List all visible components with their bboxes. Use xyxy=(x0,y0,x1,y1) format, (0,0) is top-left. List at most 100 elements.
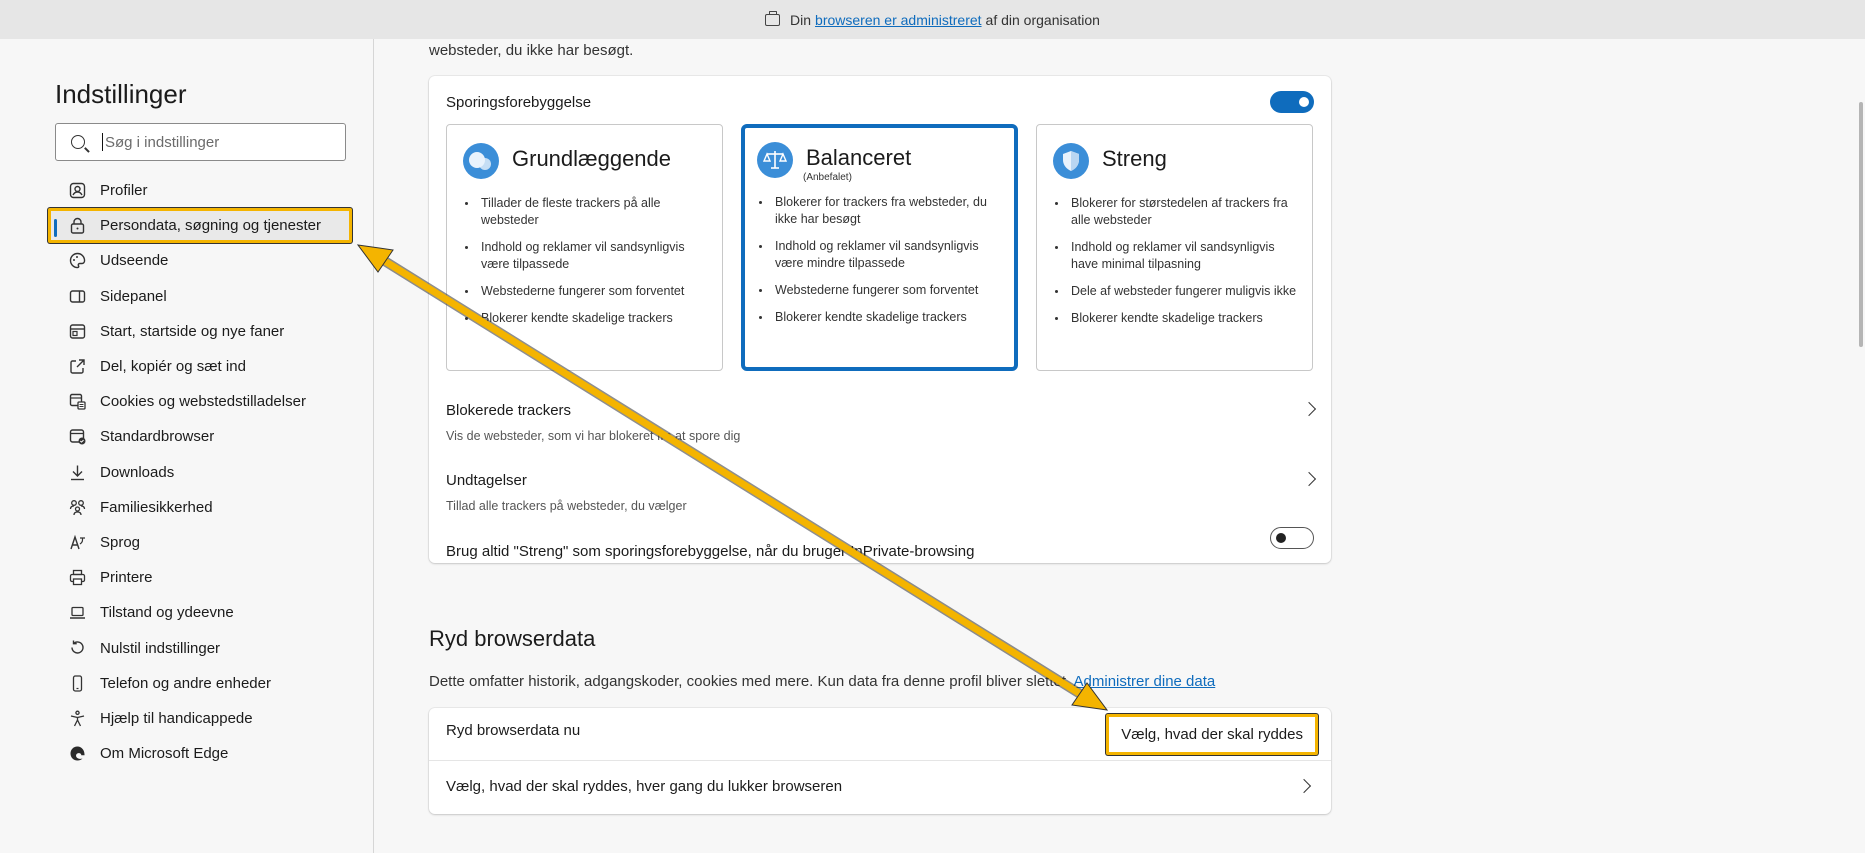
sidebar-item-label: Familiesikkerhed xyxy=(100,498,213,516)
sidebar-item-sidepanel[interactable]: Sidepanel xyxy=(55,279,351,314)
sidebar-item-label: Printere xyxy=(100,569,153,587)
sidebar-item-label: Standardbrowser xyxy=(100,428,215,446)
sidebar-item-privacy[interactable]: Persondata, søgning og tjenester xyxy=(48,208,352,244)
sidebar-item-performance[interactable]: Tilstand og ydeevne xyxy=(55,595,351,630)
tracking-option-balanced[interactable]: Balanceret (Anbefalet) Blokerer for trac… xyxy=(741,124,1018,371)
option-bullet: Blokerer kendte skadelige trackers xyxy=(463,310,713,327)
clear-browsing-data-description: Dette omfatter historik, adgangskoder, c… xyxy=(429,673,1215,690)
divider xyxy=(429,760,1331,761)
option-bullet: Blokerer for trackers fra websteder, du … xyxy=(757,194,1007,228)
printer-icon xyxy=(69,569,86,586)
family-icon xyxy=(69,499,86,516)
download-icon xyxy=(69,464,86,481)
home-tab-icon xyxy=(69,323,86,340)
clear-browsing-data-heading: Ryd browserdata xyxy=(429,626,596,651)
sidebar-item-reset[interactable]: Nulstil indstillinger xyxy=(55,630,351,665)
sidebar-item-family[interactable]: Familiesikkerhed xyxy=(55,490,351,525)
tracking-option-strict[interactable]: Streng Blokerer for størstedelen af trac… xyxy=(1036,124,1313,371)
sidebar-item-accessibility[interactable]: Hjælp til handicappede xyxy=(55,701,351,736)
sidebar-item-label: Telefon og andre enheder xyxy=(100,674,271,692)
sidebar-item-cookies[interactable]: Cookies og webstedstilladelser xyxy=(55,384,351,419)
sidebar-item-profiles[interactable]: Profiler xyxy=(55,173,351,208)
settings-nav: Profiler Persondata, søgning og tjeneste… xyxy=(48,173,352,771)
clear-on-close-label: Vælg, hvad der skal ryddes, hver gang du… xyxy=(446,778,843,795)
accessibility-icon xyxy=(69,710,86,727)
banner-text-pre: Din xyxy=(790,11,812,28)
option-bullets: Blokerer for trackers fra websteder, du … xyxy=(757,194,1007,336)
manage-data-link[interactable]: Administrer dine data xyxy=(1074,673,1216,690)
clear-now-label: Ryd browserdata nu xyxy=(446,722,581,739)
settings-search[interactable] xyxy=(55,123,346,161)
exceptions-row[interactable]: Undtagelser Tillad alle trackers på webs… xyxy=(446,471,1317,513)
option-bullet: Indhold og reklamer vil sandsynligvis væ… xyxy=(463,239,713,273)
exceptions-subtitle: Tillad alle trackers på websteder, du væ… xyxy=(446,499,687,513)
sidebar-item-downloads[interactable]: Downloads xyxy=(55,455,351,490)
sidebar-item-label: Om Microsoft Edge xyxy=(100,745,229,763)
tracking-option-basic[interactable]: Grundlæggende Tillader de fleste tracker… xyxy=(446,124,723,371)
tracking-prevention-title: Sporingsforebyggelse xyxy=(446,94,592,111)
blocked-trackers-title: Blokerede trackers xyxy=(446,402,572,419)
phone-icon xyxy=(69,674,86,692)
option-bullet: Blokerer kendte skadelige trackers xyxy=(757,309,1007,326)
option-name: Streng xyxy=(1102,146,1167,171)
sidebar-item-label: Del, kopiér og sæt ind xyxy=(100,358,246,376)
sidebar-item-about[interactable]: Om Microsoft Edge xyxy=(55,736,351,771)
option-bullet: Dele af websteder fungerer muligvis ikke xyxy=(1053,283,1303,300)
blocked-trackers-subtitle: Vis de websteder, som vi har blokeret fr… xyxy=(446,429,741,443)
previous-text-snippet: websteder, du ikke har besøgt. xyxy=(429,42,634,59)
laptop-icon xyxy=(69,604,86,621)
sidebar-item-phone[interactable]: Telefon og andre enheder xyxy=(55,666,351,701)
option-name: Grundlæggende xyxy=(512,146,672,171)
blocked-trackers-row[interactable]: Blokerede trackers Vis de websteder, som… xyxy=(446,401,1317,443)
active-indicator xyxy=(54,219,57,238)
option-bullet: Tillader de fleste trackers på alle webs… xyxy=(463,195,713,229)
sidebar-item-appearance[interactable]: Udseende xyxy=(55,243,351,278)
sidebar-item-label: Sidepanel xyxy=(100,287,167,305)
sidebar-item-label: Downloads xyxy=(100,463,175,481)
banner-text-post: af din organisation xyxy=(985,11,1100,28)
basic-icon xyxy=(463,143,499,179)
settings-main: websteder, du ikke har besøgt. Sporingsf… xyxy=(375,39,1865,853)
banner-managed-link[interactable]: browseren er administreret xyxy=(815,12,982,28)
option-name: Balanceret xyxy=(806,145,912,170)
sidebar-item-language[interactable]: Sprog xyxy=(55,525,351,560)
sidebar-item-printers[interactable]: Printere xyxy=(55,560,351,595)
inprivate-strict-row: Brug altid "Streng" som sporingsforebygg… xyxy=(446,543,1314,560)
option-bullets: Tillader de fleste trackers på alle webs… xyxy=(463,195,713,337)
lock-icon xyxy=(69,217,86,234)
search-input[interactable] xyxy=(105,133,335,151)
option-bullet: Webstederne fungerer som forventet xyxy=(463,283,713,300)
page-scrollbar[interactable] xyxy=(1857,39,1865,853)
chevron-right-icon[interactable] xyxy=(1296,778,1312,794)
sidebar-item-start[interactable]: Start, startside og nye faner xyxy=(55,314,351,349)
settings-title: Indstillinger xyxy=(55,79,187,109)
edge-icon xyxy=(69,745,86,762)
sidebar-item-label: Nulstil indstillinger xyxy=(100,639,221,657)
option-bullet: Blokerer kendte skadelige trackers xyxy=(1053,310,1303,327)
sidebar-item-label: Udseende xyxy=(100,252,169,270)
option-bullet: Indhold og reklamer vil sandsynligvis væ… xyxy=(757,238,1007,272)
option-recommended: (Anbefalet) xyxy=(803,172,852,183)
choose-what-to-clear-button[interactable]: Vælg, hvad der skal ryddes xyxy=(1106,714,1318,755)
option-bullets: Blokerer for størstedelen af trackers fr… xyxy=(1053,195,1303,337)
share-icon xyxy=(69,358,86,375)
appearance-icon xyxy=(69,252,86,269)
sidebar-item-share[interactable]: Del, kopiér og sæt ind xyxy=(55,349,351,384)
tracking-prevention-toggle[interactable] xyxy=(1270,91,1314,113)
briefcase-icon xyxy=(765,10,781,26)
sidebar-panel-icon xyxy=(69,288,86,305)
option-bullet: Webstederne fungerer som forventet xyxy=(757,282,1007,299)
text-caret xyxy=(102,133,103,151)
language-icon xyxy=(69,534,86,551)
inprivate-strict-toggle[interactable] xyxy=(1270,527,1314,549)
sidebar-item-default-browser[interactable]: Standardbrowser xyxy=(55,419,351,454)
sidebar-item-label: Start, startside og nye faner xyxy=(100,322,285,340)
sidebar-item-label: Tilstand og ydeevne xyxy=(100,604,234,622)
sidebar-item-label: Sprog xyxy=(100,533,141,551)
sidebar-item-label: Profiler xyxy=(100,182,148,200)
scrollbar-thumb[interactable] xyxy=(1859,102,1863,347)
shield-icon xyxy=(1053,143,1089,179)
settings-sidebar: Indstillinger Profiler Persondata, søgni… xyxy=(0,39,374,853)
sidebar-item-label: Hjælp til handicappede xyxy=(100,709,253,727)
option-bullet: Indhold og reklamer vil sandsynligvis ha… xyxy=(1053,239,1303,273)
